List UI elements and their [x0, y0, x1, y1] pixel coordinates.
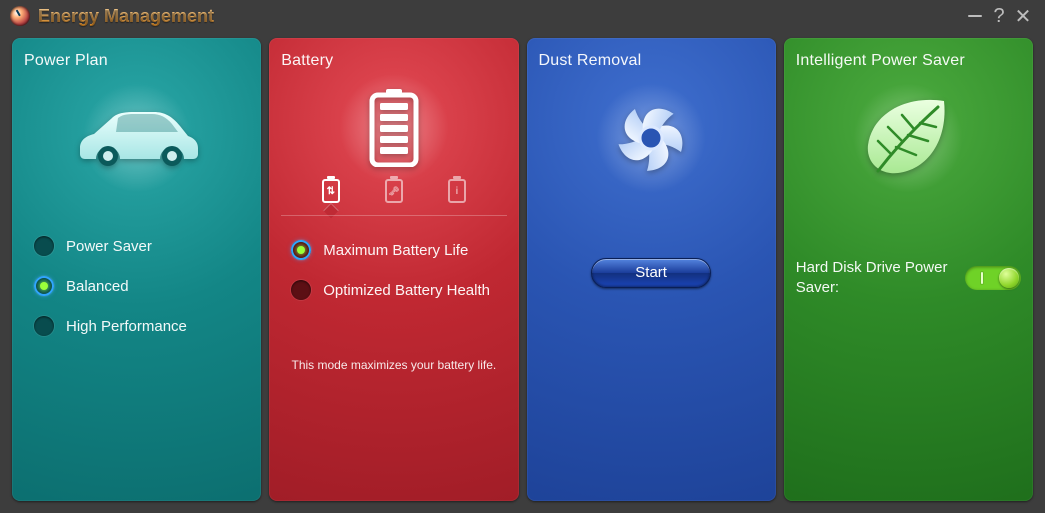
battery-tab-info[interactable]: i: [442, 174, 472, 208]
option-label: High Performance: [66, 318, 187, 335]
hdd-power-saver-toggle[interactable]: [965, 266, 1021, 290]
battery-option-optimized-health[interactable]: Optimized Battery Health: [291, 270, 496, 310]
dust-removal-heading: Dust Removal: [539, 52, 764, 70]
titlebar: Energy Management ? ✕: [0, 0, 1045, 32]
battery-option-max-life[interactable]: Maximum Battery Life: [291, 230, 496, 270]
battery-tab-lock[interactable]: 🗝: [379, 174, 409, 208]
power-plan-option-balanced[interactable]: Balanced: [34, 266, 239, 306]
battery-tab-mode[interactable]: ⇅: [316, 174, 346, 208]
option-label: Optimized Battery Health: [323, 282, 490, 299]
battery-mode-description: This mode maximizes your battery life.: [281, 358, 506, 372]
radio-icon: [34, 276, 54, 296]
car-icon: [72, 108, 202, 168]
hdd-power-saver-label: Hard Disk Drive Power Saver:: [796, 258, 955, 297]
battery-mode-icon: ⇅: [322, 179, 340, 203]
option-label: Balanced: [66, 278, 129, 295]
intelligent-power-saver-heading: Intelligent Power Saver: [796, 52, 1021, 70]
radio-icon: [291, 280, 311, 300]
power-plan-option-power-saver[interactable]: Power Saver: [34, 226, 239, 266]
intelligent-power-saver-panel: Intelligent Power Saver Hard Disk Drive …: [784, 38, 1033, 501]
battery-lock-icon: 🗝: [385, 179, 403, 203]
app-gauge-icon: [10, 6, 30, 26]
option-label: Power Saver: [66, 238, 152, 255]
help-button[interactable]: ?: [987, 4, 1011, 28]
minimize-button[interactable]: [963, 4, 987, 28]
dust-removal-start-button[interactable]: Start: [591, 258, 711, 288]
battery-heading: Battery: [281, 52, 506, 70]
battery-icon: [368, 89, 420, 167]
fan-icon: [606, 93, 696, 183]
radio-icon: [34, 236, 54, 256]
option-label: Maximum Battery Life: [323, 242, 468, 259]
battery-info-icon: i: [448, 179, 466, 203]
app-title: Energy Management: [38, 6, 214, 27]
battery-panel: Battery ⇅ 🗝 i: [269, 38, 518, 501]
power-plan-option-high-performance[interactable]: High Performance: [34, 306, 239, 346]
leaf-icon: [858, 93, 958, 183]
close-button[interactable]: ✕: [1011, 4, 1035, 28]
dust-removal-panel: Dust Removal: [527, 38, 776, 501]
power-plan-panel: Power Plan Power Sa: [12, 38, 261, 501]
radio-icon: [291, 240, 311, 260]
radio-icon: [34, 316, 54, 336]
power-plan-heading: Power Plan: [24, 52, 249, 70]
